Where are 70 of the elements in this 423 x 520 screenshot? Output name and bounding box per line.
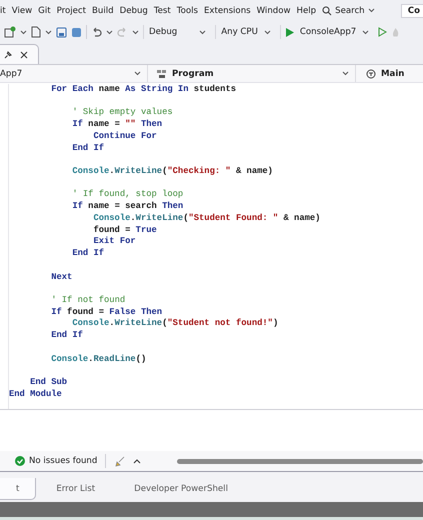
code-line: End If	[51, 330, 84, 342]
caret-icon[interactable]	[362, 30, 370, 34]
menu-item[interactable]: Help	[296, 6, 316, 16]
menu-item[interactable]: Tools	[176, 6, 198, 16]
project-dropdown[interactable]: App7	[0, 65, 148, 82]
code-line: If name = search Then	[72, 201, 184, 213]
play-outline-icon[interactable]	[378, 27, 388, 37]
check-circle-icon	[15, 456, 25, 466]
code-line: If found = False Then	[51, 306, 164, 318]
code-line: For Each name As String In students	[51, 84, 238, 96]
search-icon	[322, 6, 332, 16]
menu-item[interactable]: Build	[92, 6, 114, 16]
menu-item[interactable]: it	[0, 6, 6, 16]
undo-icon[interactable]	[91, 26, 102, 38]
save-icon[interactable]	[56, 26, 67, 38]
method-icon	[366, 68, 376, 78]
code-line: ' Skip empty values	[72, 107, 174, 120]
code-line: found = True	[93, 224, 158, 236]
class-icon	[156, 68, 167, 78]
menu-item[interactable]: Git	[38, 6, 51, 16]
chevron-down-icon[interactable]	[20, 30, 27, 34]
code-line: End If	[72, 142, 106, 154]
code-line: Console.WriteLine("Student Found: " & name)	[93, 212, 322, 225]
caret-icon[interactable]	[342, 71, 349, 76]
chevron-up-icon[interactable]	[133, 458, 142, 464]
code-line: End Sub	[30, 376, 68, 389]
caret-icon[interactable]	[264, 30, 271, 34]
caret-icon[interactable]	[134, 71, 141, 76]
chevron-down-icon[interactable]	[106, 30, 113, 34]
code-line: End Module	[9, 388, 63, 400]
menu-item[interactable]: View	[12, 6, 32, 16]
document-icon[interactable]	[31, 26, 41, 38]
broom-icon[interactable]	[114, 456, 126, 466]
new-project-icon[interactable]	[4, 26, 16, 38]
panel-tab[interactable]: Developer PowerShell	[116, 478, 247, 500]
code-line: If name = "" Then	[72, 119, 164, 131]
code-line: ' If not found	[51, 294, 126, 307]
panel-tab[interactable]: Error List	[36, 478, 116, 500]
code-line: End If	[72, 248, 106, 260]
close-icon[interactable]	[20, 50, 28, 58]
code-line: Console.WriteLine("Student not found!")	[72, 318, 280, 330]
code-line: Console.WriteLine("Checking: " & name)	[72, 166, 274, 178]
chevron-down-icon[interactable]	[132, 30, 139, 34]
issues-status[interactable]: No issues found	[29, 456, 98, 466]
pin-icon[interactable]	[4, 50, 12, 58]
panel-tab[interactable]: t	[0, 478, 36, 500]
menu-item[interactable]: Debug	[120, 6, 148, 16]
play-icon	[286, 28, 294, 36]
menu-item[interactable]: Project	[56, 6, 86, 16]
save-all-icon[interactable]	[71, 26, 82, 38]
menu-item[interactable]: Extensions	[204, 6, 251, 16]
platform-dropdown[interactable]: Any CPU	[215, 25, 276, 39]
menu-item[interactable]: Window	[256, 6, 291, 16]
caret-icon[interactable]	[368, 8, 375, 13]
scrollbar-thumb[interactable]	[177, 458, 423, 464]
account-badge[interactable]: Co	[400, 4, 423, 18]
menu-item[interactable]: Test	[154, 6, 171, 16]
code-line: Console.ReadLine()	[51, 354, 148, 366]
chevron-down-icon[interactable]	[45, 30, 52, 34]
document-tab[interactable]	[0, 44, 39, 64]
start-button[interactable]: ConsoleApp7	[280, 25, 374, 39]
member-dropdown[interactable]: Main	[356, 65, 423, 82]
code-line: Exit For	[93, 236, 137, 248]
code-line: Next	[51, 272, 74, 284]
configuration-dropdown[interactable]: Debug	[143, 25, 212, 39]
class-dropdown[interactable]: Program	[148, 65, 356, 82]
caret-icon[interactable]	[199, 30, 206, 34]
code-line: Continue For	[93, 130, 158, 143]
search-button[interactable]: Search	[322, 6, 375, 16]
code-line: ' If found, stop loop	[72, 189, 184, 202]
